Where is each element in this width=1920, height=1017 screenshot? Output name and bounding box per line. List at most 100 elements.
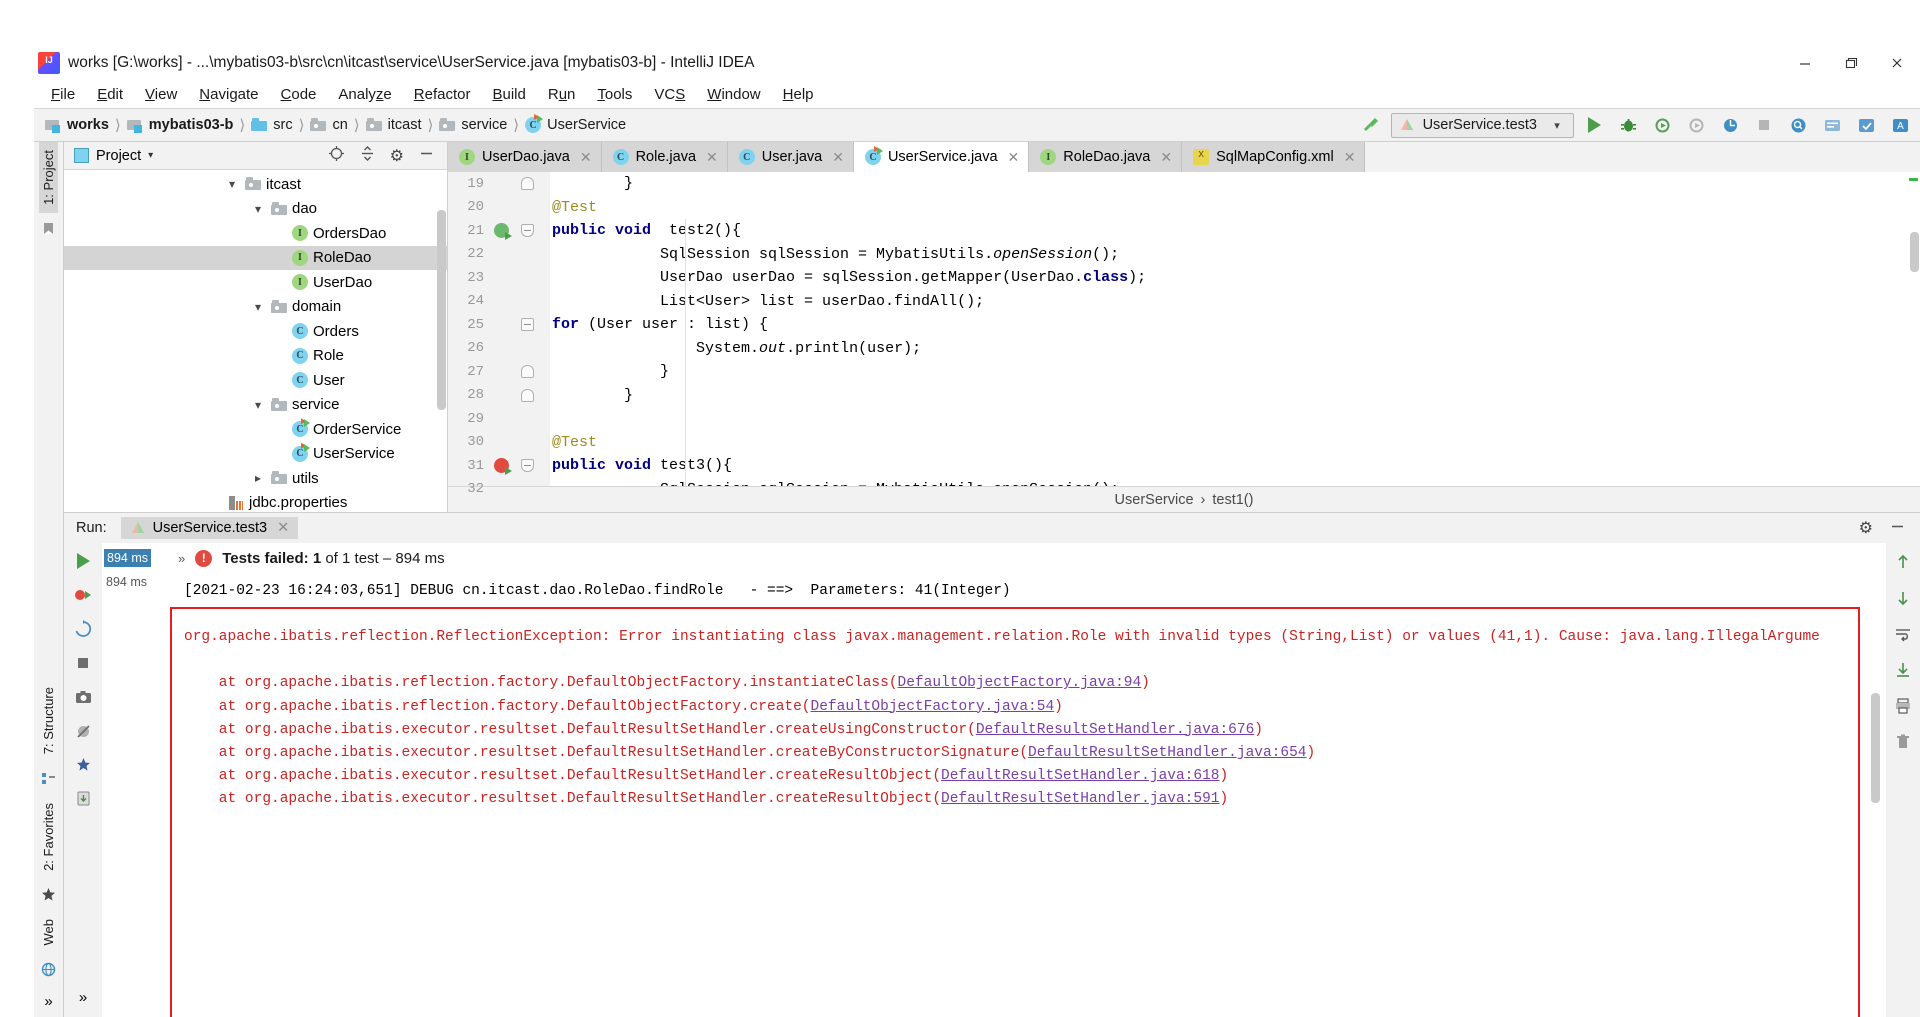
editor-tab-user[interactable]: C User.java ✕: [727, 142, 854, 172]
sidebar-item-project[interactable]: 1: Project: [39, 142, 58, 213]
fold-marker[interactable]: [514, 365, 540, 379]
sidebar-item-web[interactable]: Web: [39, 911, 58, 954]
rerun-icon[interactable]: [71, 549, 95, 573]
tree-node-itcast[interactable]: ▾ itcast: [64, 172, 447, 197]
console-scrollbar[interactable]: [1871, 693, 1880, 803]
export-icon[interactable]: [71, 787, 95, 811]
tree-node-roledao[interactable]: I RoleDao: [64, 245, 447, 270]
fold-marker[interactable]: [514, 388, 540, 402]
tree-node-user[interactable]: C User: [64, 368, 447, 393]
wrap-text-icon[interactable]: [1892, 623, 1914, 645]
code-text[interactable]: } @Test public void test2(){ SqlSession …: [550, 172, 1920, 486]
chevron-right-icon[interactable]: »: [178, 551, 185, 566]
fold-marker[interactable]: [514, 177, 540, 191]
close-icon[interactable]: ✕: [1344, 149, 1356, 166]
profile-icon[interactable]: [1682, 112, 1710, 138]
mute-breakpoints-icon[interactable]: [71, 719, 95, 743]
menu-view[interactable]: View: [134, 84, 188, 105]
menu-navigate[interactable]: Navigate: [188, 84, 269, 105]
tree-node-orderservice[interactable]: C OrderService: [64, 417, 447, 442]
stop-icon[interactable]: [71, 651, 95, 675]
editor-tab-role[interactable]: C Role.java ✕: [601, 142, 728, 172]
fold-marker[interactable]: [514, 459, 540, 473]
console-output[interactable]: » ! Tests failed: 1 of 1 test – 894 ms […: [162, 543, 1886, 1017]
expand-icon[interactable]: »: [71, 985, 95, 1009]
tree-node-utils[interactable]: ▸ utils: [64, 466, 447, 491]
tree-node-orders[interactable]: C Orders: [64, 319, 447, 344]
menu-tools[interactable]: Tools: [586, 84, 643, 105]
close-icon[interactable]: ✕: [277, 520, 289, 536]
toggle-auto-test-icon[interactable]: [71, 617, 95, 641]
sidebar-item-favorites[interactable]: 2: Favorites: [39, 795, 58, 879]
scroll-up-icon[interactable]: [1892, 551, 1914, 573]
chevron-expanded-icon[interactable]: ▾: [250, 202, 266, 216]
project-tree-scrollbar[interactable]: [437, 210, 446, 410]
editor-tab-roledao[interactable]: I RoleDao.java ✕: [1029, 142, 1183, 172]
chevron-expanded-icon[interactable]: ▾: [250, 398, 266, 412]
close-icon[interactable]: [1874, 45, 1920, 81]
gear-icon[interactable]: ⚙: [1859, 518, 1873, 538]
console-scroll-area[interactable]: [2021-02-23 16:24:03,651] DEBUG cn.itcas…: [162, 573, 1886, 1017]
tree-node-userdao[interactable]: I UserDao: [64, 270, 447, 295]
breadcrumb-item-cn[interactable]: cn: [307, 117, 350, 133]
menu-help[interactable]: Help: [772, 84, 825, 105]
chevron-down-icon[interactable]: ▾: [148, 150, 153, 161]
editor-scrollbar[interactable]: [1908, 172, 1920, 486]
project-tree[interactable]: ▾ itcast ▾ dao I OrdersDao I RoleDao I U…: [64, 170, 447, 512]
minimize-icon[interactable]: [1782, 45, 1828, 81]
breadcrumb-item-src[interactable]: src: [248, 117, 295, 133]
star-icon[interactable]: [39, 885, 59, 905]
run-test-passed-icon[interactable]: [488, 223, 514, 241]
breadcrumb-method[interactable]: test1(): [1212, 492, 1253, 508]
close-icon[interactable]: ✕: [832, 149, 844, 166]
run-configuration-selector[interactable]: UserService.test3 ▾: [1390, 112, 1574, 138]
error-stripe-marker[interactable]: [1909, 178, 1918, 181]
menu-code[interactable]: Code: [270, 84, 328, 105]
fold-marker[interactable]: [514, 224, 540, 238]
chevron-expanded-icon[interactable]: ▾: [224, 177, 240, 191]
tree-node-domain[interactable]: ▾ domain: [64, 295, 447, 320]
menu-edit[interactable]: Edit: [86, 84, 134, 105]
tree-node-service[interactable]: ▾ service: [64, 393, 447, 418]
menu-build[interactable]: Build: [481, 84, 536, 105]
run-test-failed-icon[interactable]: [488, 458, 514, 476]
web-globe-icon[interactable]: [39, 959, 59, 979]
collapse-all-icon[interactable]: [359, 145, 376, 166]
hide-icon[interactable]: [1889, 518, 1906, 539]
debug-icon[interactable]: [1614, 112, 1642, 138]
settings-icon[interactable]: [1818, 112, 1846, 138]
close-icon[interactable]: ✕: [1008, 149, 1020, 166]
sidebar-item-structure[interactable]: 7: Structure: [39, 679, 58, 762]
expand-strip-icon[interactable]: »: [39, 991, 59, 1011]
run-tab-userservice-test3[interactable]: UserService.test3 ✕: [120, 517, 299, 539]
close-icon[interactable]: ✕: [580, 149, 592, 166]
filter-passed-icon[interactable]: [71, 753, 95, 777]
gear-icon[interactable]: ⚙: [390, 146, 404, 166]
run-with-coverage-icon[interactable]: [1648, 112, 1676, 138]
structure-icon[interactable]: [39, 769, 59, 789]
print-icon[interactable]: [1892, 695, 1914, 717]
search-everywhere-icon[interactable]: [1784, 112, 1812, 138]
hammer-icon[interactable]: [1357, 112, 1385, 138]
editor-tab-sqlmapconfig[interactable]: SqlMapConfig.xml ✕: [1182, 142, 1366, 172]
breadcrumb-item-mybatis03-b[interactable]: mybatis03-b: [124, 117, 237, 133]
scroll-to-end-icon[interactable]: [1892, 659, 1914, 681]
translate-icon[interactable]: A: [1886, 112, 1914, 138]
editor-tab-userservice[interactable]: C UserService.java ✕: [853, 142, 1030, 172]
screenshot-icon[interactable]: [71, 685, 95, 709]
tree-node-jdbc-properties[interactable]: jdbc.properties: [64, 491, 447, 513]
test-results-tree[interactable]: 894 ms 894 ms: [102, 543, 162, 1017]
run-icon[interactable]: [1580, 112, 1608, 138]
menu-run[interactable]: Run: [537, 84, 587, 105]
restore-icon[interactable]: [1828, 45, 1874, 81]
breadcrumb-class[interactable]: UserService: [1115, 492, 1194, 508]
updates-icon[interactable]: [1852, 112, 1880, 138]
breadcrumb-item-itcast[interactable]: itcast: [363, 117, 425, 133]
code-editor[interactable]: 19 20 21 22 23 24 25 26 27 28 29 30 31 3…: [448, 172, 1920, 497]
menu-file[interactable]: File: [40, 84, 86, 105]
tree-node-dao[interactable]: ▾ dao: [64, 197, 447, 222]
menu-window[interactable]: Window: [696, 84, 771, 105]
editor-gutter[interactable]: 19 20 21 22 23 24 25 26 27 28 29 30 31 3…: [448, 172, 550, 497]
close-icon[interactable]: ✕: [1160, 149, 1172, 166]
scroll-from-source-icon[interactable]: [328, 145, 345, 166]
